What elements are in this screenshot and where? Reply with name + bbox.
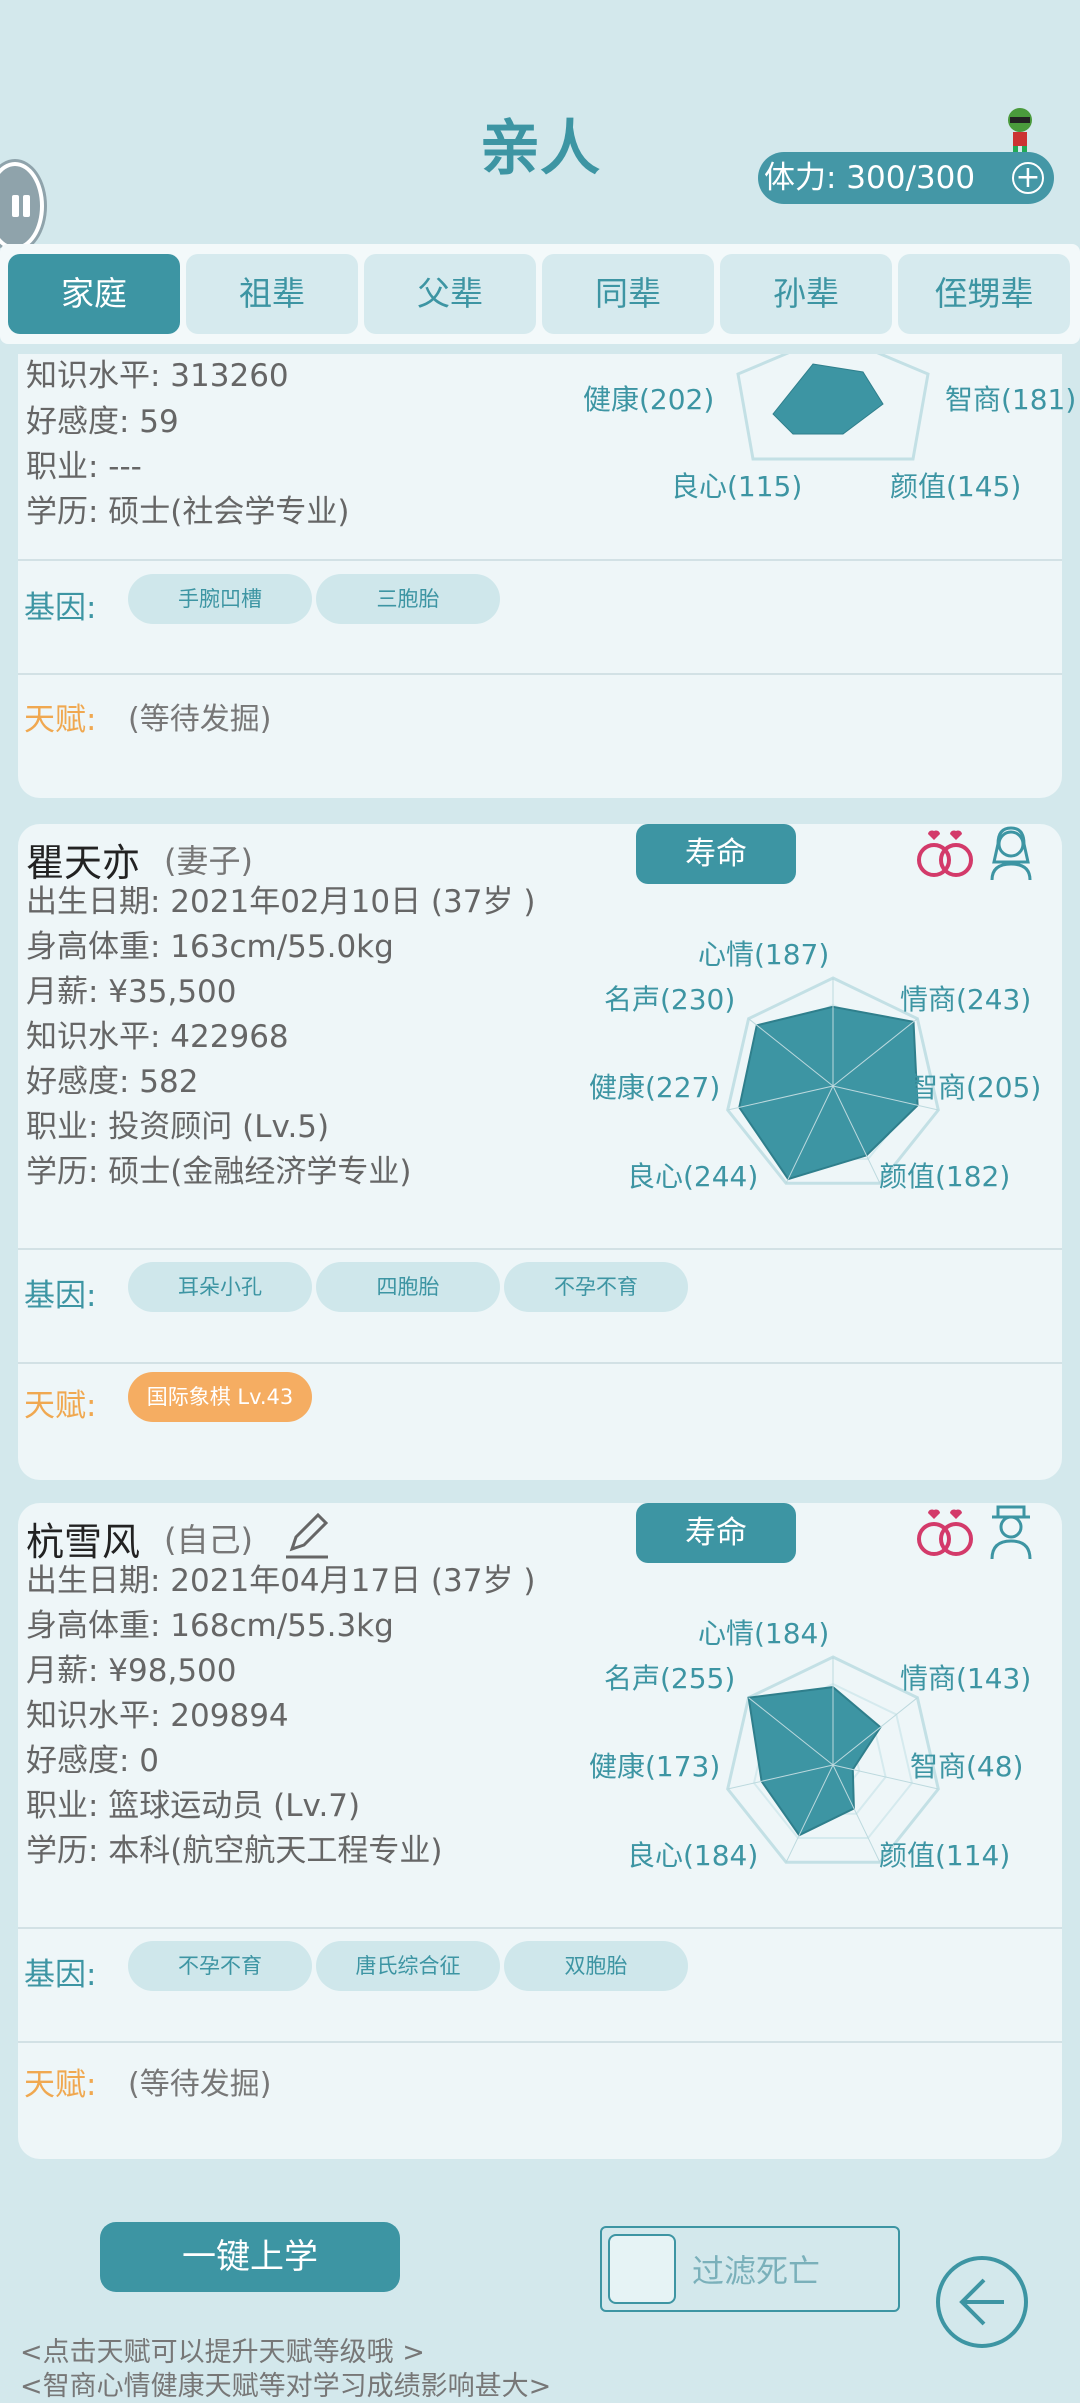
marriage-rings-icon[interactable] [912, 826, 978, 880]
filter-dead-checkbox[interactable]: 过滤死亡 [600, 2226, 900, 2312]
affinity-text: 好感度: 0 [26, 1743, 160, 1779]
radar-area [772, 363, 884, 435]
tab-grandchildren[interactable]: 孙辈 [720, 254, 892, 334]
male-avatar-icon[interactable] [986, 1503, 1036, 1561]
radar-label-mood: 心情(184) [698, 1617, 829, 1650]
gene-chip[interactable]: 四胞胎 [316, 1262, 500, 1312]
tab-nephews[interactable]: 侄甥辈 [898, 254, 1070, 334]
radar-label-health: 健康(202) [583, 383, 714, 416]
relation-tabs: 家庭 祖辈 父辈 同辈 孙辈 侄甥辈 [0, 244, 1080, 344]
talent-chip[interactable]: 国际象棋 Lv.43 [128, 1372, 312, 1422]
stats-radar-chart: 心情(184) 情商(143) 智商(48) 颜值(114) 良心(184) 健康(173… [589, 1617, 1031, 1872]
stamina-text: 体力: 300/300 [764, 160, 976, 196]
affinity-text: 好感度: 582 [26, 1064, 199, 1100]
batch-school-button[interactable]: 一键上学 [100, 2222, 400, 2292]
job-text: 职业: 篮球运动员 (Lv.7) [26, 1788, 361, 1824]
radar-label-fame: 名声(255) [604, 1662, 735, 1695]
tab-grandparents[interactable]: 祖辈 [186, 254, 358, 334]
gene-chip[interactable]: 双胞胎 [504, 1941, 688, 1991]
gene-chip[interactable]: 耳朵小孔 [128, 1262, 312, 1312]
affinity-text: 好感度: 59 [26, 404, 179, 440]
education-text: 学历: 本科(航空航天工程专业) [26, 1833, 443, 1869]
talent-pending-text: (等待发掘) [128, 702, 272, 737]
talent-label: 天赋: [24, 2067, 97, 2103]
radar-label-conscience: 良心(115) [671, 470, 802, 503]
stats-radar-chart: 健康(202) 智商(181) 良心(115) 颜值(145) [583, 354, 1076, 503]
relation-text: (自己) [164, 1521, 253, 1559]
radar-label-mood: 心情(187) [698, 938, 829, 971]
edit-name-icon[interactable] [282, 1507, 332, 1561]
filter-dead-label: 过滤死亡 [692, 2252, 821, 2290]
gene-chip[interactable]: 不孕不育 [504, 1262, 688, 1312]
genes-label: 基因: [24, 590, 97, 626]
knowledge-text: 知识水平: 422968 [26, 1019, 289, 1055]
gene-chip[interactable]: 不孕不育 [128, 1941, 312, 1991]
education-text: 学历: 硕士(金融经济学专业) [26, 1154, 412, 1190]
salary-text: 月薪: ¥98,500 [26, 1653, 237, 1689]
back-button[interactable] [930, 2252, 1070, 2352]
height-weight-text: 身高体重: 163cm/55.0kg [26, 929, 394, 965]
female-avatar-icon[interactable] [986, 824, 1036, 882]
knowledge-text: 知识水平: 209894 [26, 1698, 289, 1734]
relative-name: 杭雪风 [26, 1520, 141, 1564]
checkbox-box[interactable] [608, 2234, 676, 2304]
tab-parents[interactable]: 父辈 [364, 254, 536, 334]
job-text: 职业: 投资顾问 (Lv.5) [26, 1109, 330, 1145]
radar-label-health: 健康(173) [589, 1750, 720, 1783]
relative-card: 瞿天亦 (妻子) 寿命 出生日期: 2021年02月10日 (37岁 ) 身高体… [18, 824, 1062, 1480]
radar-label-iq: 智商(205) [910, 1071, 1041, 1104]
radar-label-looks: 颜值(114) [879, 1839, 1010, 1872]
birthdate-text: 出生日期: 2021年02月10日 (37岁 ) [26, 884, 536, 920]
job-text: 职业: --- [26, 449, 142, 485]
genes-label: 基因: [24, 1278, 97, 1314]
talent-label: 天赋: [24, 1388, 97, 1424]
radar-label-health: 健康(227) [589, 1071, 720, 1104]
radar-label-eq: 情商(243) [900, 983, 1031, 1016]
lifespan-button[interactable]: 寿命 [636, 1503, 796, 1563]
radar-area [747, 1686, 882, 1837]
tab-peers[interactable]: 同辈 [542, 254, 714, 334]
goblin-avatar-icon[interactable] [1000, 106, 1040, 154]
genes-label: 基因: [24, 1957, 97, 1993]
relative-name: 瞿天亦 [26, 841, 141, 885]
relative-card: 知识水平: 313260 好感度: 59 职业: --- 学历: 硕士(社会学专… [18, 354, 1076, 798]
talent-pending-text: (等待发掘) [128, 2067, 272, 2102]
marriage-rings-icon[interactable] [912, 1505, 978, 1559]
pause-icon [12, 195, 19, 217]
gene-chip[interactable]: 手腕凹槽 [128, 574, 312, 624]
stamina-display: 体力: 300/300 + [758, 152, 1054, 204]
gene-chip[interactable]: 三胞胎 [316, 574, 500, 624]
radar-label-conscience: 良心(184) [627, 1839, 758, 1872]
radar-label-eq: 情商(143) [900, 1662, 1031, 1695]
radar-label-iq: 智商(181) [945, 383, 1076, 416]
radar-label-conscience: 良心(244) [627, 1160, 758, 1193]
birthdate-text: 出生日期: 2021年04月17日 (37岁 ) [26, 1563, 536, 1599]
height-weight-text: 身高体重: 168cm/55.3kg [26, 1608, 394, 1644]
stats-radar-chart: 心情(187) 情商(243) 智商(205) 颜值(182) 良心(244) 健康(22… [589, 938, 1041, 1193]
tip-text: <智商心情健康天赋等对学习成绩影响甚大> [20, 2371, 552, 2402]
radar-label-looks: 颜值(145) [890, 470, 1021, 503]
radar-label-iq: 智商(48) [910, 1750, 1023, 1783]
relative-card: 杭雪风 (自己) 寿命 出生日期: 2021年04月17日 (37岁 ) 身高体… [18, 1503, 1062, 2159]
lifespan-button[interactable]: 寿命 [636, 824, 796, 884]
add-stamina-button[interactable]: + [1012, 162, 1044, 194]
tab-family[interactable]: 家庭 [8, 254, 180, 334]
relative-list[interactable]: 知识水平: 313260 好感度: 59 职业: --- 学历: 硕士(社会学专… [0, 354, 1080, 2199]
radar-label-fame: 名声(230) [604, 983, 735, 1016]
gene-chip[interactable]: 唐氏综合征 [316, 1941, 500, 1991]
talent-label: 天赋: [24, 702, 97, 738]
salary-text: 月薪: ¥35,500 [26, 974, 237, 1010]
education-text: 学历: 硕士(社会学专业) [26, 494, 350, 530]
radar-label-looks: 颜值(182) [879, 1160, 1010, 1193]
knowledge-text: 知识水平: 313260 [26, 358, 289, 394]
relation-text: (妻子) [164, 842, 253, 880]
